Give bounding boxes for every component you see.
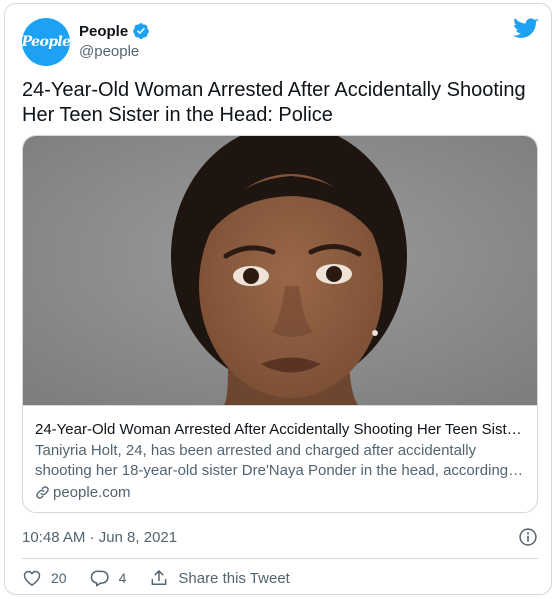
verified-badge-icon xyxy=(133,23,150,39)
link-icon xyxy=(36,486,49,499)
tweet-text: 24-Year-Old Woman Arrested After Acciden… xyxy=(22,79,526,126)
link-card[interactable]: 24-Year-Old Woman Arrested After Acciden… xyxy=(22,135,538,513)
action-bar: 20 4 Share this Tweet xyxy=(22,566,313,590)
timestamp[interactable]: 10:48 AM · Jun 8, 2021 xyxy=(22,529,177,546)
avatar-logo-text: People xyxy=(22,34,70,50)
avatar[interactable]: People xyxy=(22,18,70,66)
card-domain-row[interactable]: people.com xyxy=(35,484,527,501)
author-block[interactable]: People @people xyxy=(79,22,150,60)
author-handle[interactable]: @people xyxy=(79,43,150,60)
reply-button[interactable]: 4 xyxy=(90,568,127,588)
author-name[interactable]: People xyxy=(79,23,128,40)
share-icon xyxy=(151,570,167,585)
like-button[interactable]: 20 xyxy=(22,568,67,588)
reply-count: 4 xyxy=(118,570,127,586)
card-domain: people.com xyxy=(53,484,131,501)
reply-icon xyxy=(90,570,109,587)
like-count: 20 xyxy=(51,570,67,586)
card-description: Taniyria Holt, 24, has been arrested and… xyxy=(35,442,525,479)
heart-icon xyxy=(23,570,41,586)
share-button[interactable]: Share this Tweet xyxy=(149,568,290,588)
tweet-embed[interactable]: People People @people 24-Year-Old Woman … xyxy=(4,3,552,595)
info-icon[interactable] xyxy=(518,527,538,547)
share-label: Share this Tweet xyxy=(178,569,290,587)
author-name-row: People xyxy=(79,22,150,40)
card-image[interactable] xyxy=(23,136,538,405)
card-title[interactable]: 24-Year-Old Woman Arrested After Acciden… xyxy=(35,420,527,440)
timestamp-row: 10:48 AM · Jun 8, 2021 xyxy=(22,525,538,549)
twitter-bird-icon[interactable] xyxy=(513,18,539,40)
divider xyxy=(22,558,538,559)
card-meta[interactable]: 24-Year-Old Woman Arrested After Acciden… xyxy=(23,405,537,512)
